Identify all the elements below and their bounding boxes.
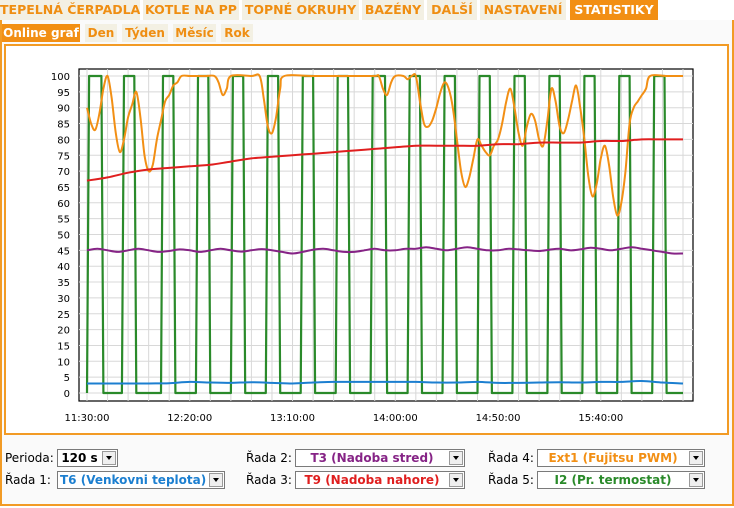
y-tick-label: 0	[64, 389, 70, 400]
rada2-select[interactable]: T3 (Nadoba stred)	[295, 449, 465, 467]
online-chart: 1009590858075706560555045403530252015105…	[51, 68, 694, 424]
y-tick-label: 20	[57, 326, 70, 337]
y-tick-label: 45	[57, 246, 70, 257]
chevron-down-icon[interactable]	[689, 451, 703, 465]
y-tick-label: 50	[57, 231, 70, 242]
x-tick-label: 11:30:00	[65, 413, 110, 424]
x-tick-label: 14:00:00	[373, 413, 418, 424]
rada4-label: Řada 4:	[488, 451, 534, 465]
chevron-down-icon[interactable]	[102, 451, 116, 465]
perioda-label: Perioda:	[5, 451, 54, 465]
y-tick-label: 80	[57, 135, 70, 146]
y-tick-label: 60	[57, 199, 70, 210]
rada2-label: Řada 2:	[246, 451, 292, 465]
y-tick-label: 35	[57, 278, 70, 289]
chevron-down-icon[interactable]	[449, 473, 463, 487]
rada3-select[interactable]: T9 (Nadoba nahore)	[295, 471, 465, 489]
rada1-value: T6 (Venkovni teplota)	[60, 473, 206, 487]
y-tick-label: 100	[51, 72, 70, 83]
y-tick-label: 90	[57, 104, 70, 115]
y-tick-label: 75	[57, 151, 70, 162]
rada4-select[interactable]: Ext1 (Fujitsu PWM)	[537, 449, 705, 467]
perioda-select[interactable]: 120 s	[57, 449, 118, 467]
x-tick-label: 14:50:00	[476, 413, 521, 424]
rada3-value: T9 (Nadoba nahore)	[304, 473, 440, 487]
rada1-select[interactable]: T6 (Venkovni teplota)	[57, 471, 225, 489]
chevron-down-icon[interactable]	[449, 451, 463, 465]
chevron-down-icon[interactable]	[689, 473, 703, 487]
y-tick-label: 65	[57, 183, 70, 194]
rada5-label: Řada 5:	[488, 473, 534, 487]
perioda-value: 120 s	[61, 451, 98, 465]
y-tick-label: 15	[57, 341, 70, 352]
y-tick-label: 25	[57, 310, 70, 321]
y-tick-label: 55	[57, 215, 70, 226]
rada4-value: Ext1 (Fujitsu PWM)	[548, 451, 678, 465]
x-tick-label: 12:20:00	[167, 413, 212, 424]
x-tick-label: 15:40:00	[578, 413, 623, 424]
rada5-value: I2 (Pr. termostat)	[554, 473, 672, 487]
y-tick-label: 85	[57, 120, 70, 131]
y-tick-label: 5	[64, 373, 70, 384]
x-tick-label: 13:10:00	[270, 413, 315, 424]
y-tick-label: 70	[57, 167, 70, 178]
chevron-down-icon[interactable]	[209, 473, 223, 487]
y-tick-label: 95	[57, 88, 70, 99]
rada1-label: Řada 1:	[5, 473, 51, 487]
rada3-label: Řada 3:	[246, 473, 292, 487]
y-tick-label: 40	[57, 262, 70, 273]
y-tick-label: 10	[57, 357, 70, 368]
y-tick-label: 30	[57, 294, 70, 305]
rada5-select[interactable]: I2 (Pr. termostat)	[537, 471, 705, 489]
rada2-value: T3 (Nadoba stred)	[310, 451, 434, 465]
